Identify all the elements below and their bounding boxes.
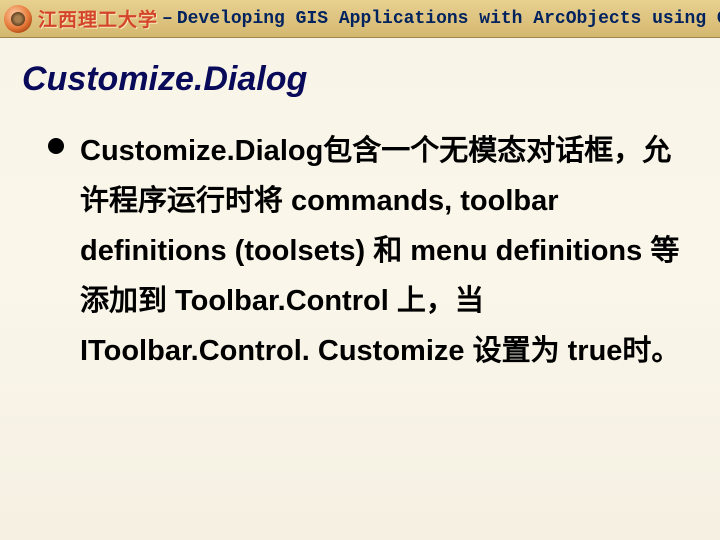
university-logo-icon — [4, 5, 32, 33]
header-university-name: 江西理工大学 — [38, 5, 158, 32]
header-separator: – — [162, 9, 173, 29]
header-course-title: Developing GIS Applications with ArcObje… — [177, 9, 720, 29]
content-area: Customize.Dialog包含一个无模态对话框，允许程序运行时将 comm… — [0, 99, 720, 376]
header-bar: 江西理工大学 – Developing GIS Applications wit… — [0, 0, 720, 38]
bullet-dot-icon — [48, 138, 64, 154]
slide-title: Customize.Dialog — [0, 38, 720, 99]
logo-inner-icon — [11, 12, 25, 26]
bullet-text: Customize.Dialog包含一个无模态对话框，允许程序运行时将 comm… — [76, 127, 682, 376]
bullet-item: Customize.Dialog包含一个无模态对话框，允许程序运行时将 comm… — [48, 127, 682, 376]
